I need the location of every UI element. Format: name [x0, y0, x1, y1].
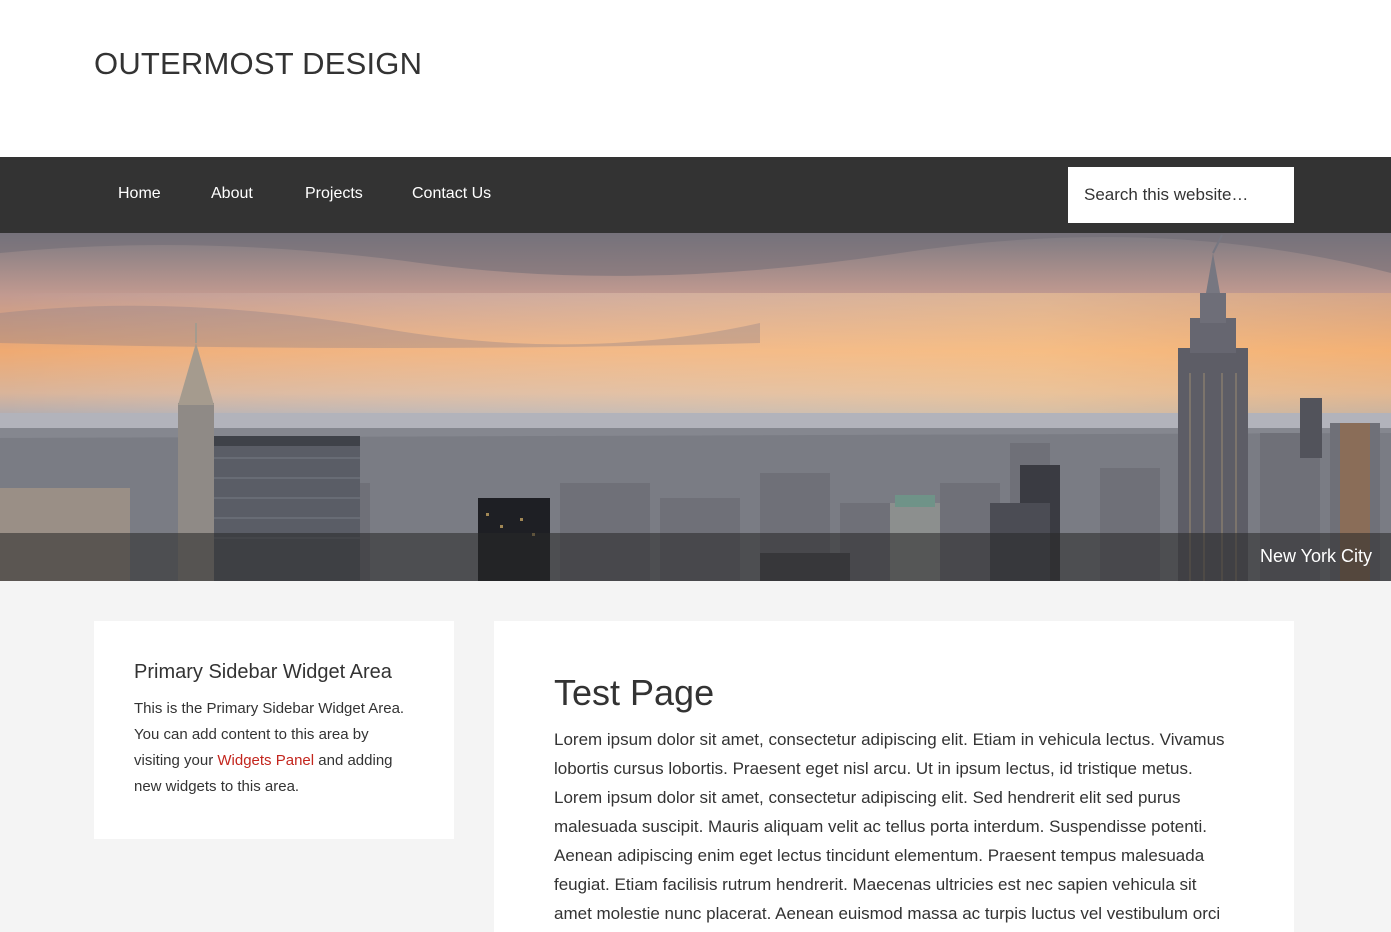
entry-content: Lorem ipsum dolor sit amet, consectetur …	[554, 730, 1225, 923]
entry-title: Test Page	[554, 672, 715, 713]
hero-caption-bar: New York City	[0, 533, 1391, 581]
search-input[interactable]	[1068, 167, 1294, 223]
nav-item-contact-us[interactable]: Contact Us	[412, 185, 491, 203]
site-title[interactable]: OUTERMOST DESIGN	[94, 46, 422, 82]
primary-nav: Home About Projects Contact Us	[0, 157, 1391, 233]
city-skyline-image	[0, 233, 1391, 581]
nav-item-about[interactable]: About	[211, 185, 253, 203]
hero-image: New York City	[0, 233, 1391, 581]
primary-sidebar: Primary Sidebar Widget Area This is the …	[94, 621, 454, 839]
widget-title: Primary Sidebar Widget Area	[134, 661, 392, 683]
hero-caption: New York City	[1259, 546, 1372, 566]
nav-item-projects[interactable]: Projects	[305, 185, 363, 203]
nav-item-home[interactable]: Home	[118, 185, 161, 203]
widgets-panel-link[interactable]: Widgets Panel	[217, 752, 314, 769]
main-content: Test Page Lorem ipsum dolor sit amet, co…	[494, 621, 1294, 932]
site-header: OUTERMOST DESIGN	[0, 0, 1391, 157]
widget-text: This is the Primary Sidebar Widget Area.…	[134, 696, 414, 800]
